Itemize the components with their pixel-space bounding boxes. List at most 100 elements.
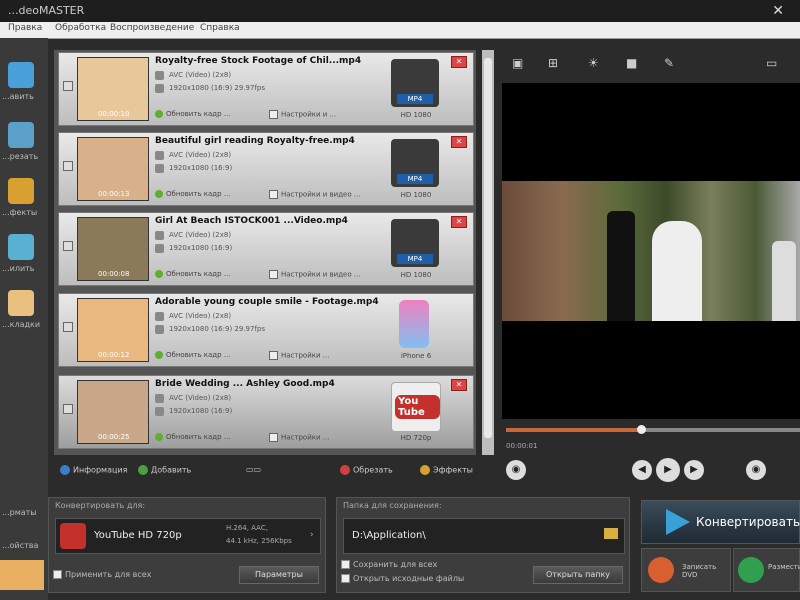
- remove-item-icon[interactable]: ✕: [451, 56, 467, 68]
- menu-help[interactable]: Справка: [200, 23, 240, 33]
- brightness-icon[interactable]: ☀: [588, 56, 606, 70]
- sidebar-active-tab[interactable]: [0, 560, 44, 590]
- scrollbar-thumb[interactable]: [484, 58, 492, 438]
- youtube-icon[interactable]: You Tube: [391, 382, 441, 432]
- update-frame-option[interactable]: Обновить кадр ...: [155, 351, 231, 359]
- convert-button[interactable]: Конвертировать: [641, 500, 800, 544]
- snapshot-icon[interactable]: ▣: [512, 56, 530, 70]
- item-checkbox[interactable]: [63, 81, 73, 91]
- groom-figure: [607, 211, 635, 321]
- resolution-icon: [155, 407, 164, 416]
- video-preview[interactable]: [502, 83, 800, 419]
- format-caption: HD 1080: [400, 111, 432, 119]
- convert-play-icon: [666, 509, 690, 535]
- duration-label: 00:00:12: [98, 351, 130, 359]
- panel-title: Папка для сохранения:: [343, 501, 442, 510]
- file-name: Beautiful girl reading Royalty-free.mp4: [155, 136, 355, 146]
- save-path-field[interactable]: D:\Application\: [343, 518, 625, 554]
- info-button[interactable]: Информация: [60, 465, 127, 475]
- file-name: Adorable young couple smile - Footage.mp…: [155, 297, 379, 307]
- remove-item-icon[interactable]: ✕: [451, 216, 467, 228]
- view-toggle-icon[interactable]: ▭▭: [246, 465, 261, 474]
- resolution-icon: [155, 84, 164, 93]
- remove-item-icon[interactable]: ✕: [451, 136, 467, 148]
- iphone-icon[interactable]: [399, 300, 429, 348]
- menu-edit[interactable]: Правка: [8, 23, 42, 33]
- sidebar-item-effects[interactable]: ...фекты: [0, 172, 48, 222]
- play-icon[interactable]: ▶: [656, 458, 680, 482]
- crop-button[interactable]: Обрезать: [340, 465, 393, 475]
- settings-option[interactable]: Настройки и видео ...: [269, 190, 361, 199]
- format-icon[interactable]: MP4: [391, 219, 439, 267]
- sidebar-item-add[interactable]: ...авить: [0, 56, 48, 106]
- resolution-icon: [155, 325, 164, 334]
- sidebar-item-bookmarks[interactable]: ...кладки: [0, 284, 48, 334]
- burn-dvd-button[interactable]: Записать DVD: [641, 548, 731, 592]
- close-icon[interactable]: ✕: [772, 3, 784, 19]
- apply-all-checkbox[interactable]: Применить для всех: [53, 570, 151, 579]
- duration-label: 00:00:08: [98, 270, 130, 278]
- status-dot-icon: [155, 351, 163, 359]
- sidebar-item-enhance[interactable]: ...илить: [0, 228, 48, 278]
- sidebar-formats[interactable]: ...рматы: [2, 508, 37, 517]
- open-folder-button[interactable]: Открыть папку: [533, 566, 623, 584]
- video-info-icon: [155, 151, 164, 160]
- item-checkbox[interactable]: [63, 161, 73, 171]
- fullscreen-icon[interactable]: ▭: [766, 56, 784, 70]
- remove-item-icon[interactable]: ✕: [451, 379, 467, 391]
- save-path: D:\Application\: [352, 530, 426, 541]
- prev-frame-icon[interactable]: ◀: [632, 460, 652, 480]
- sidebar-properties[interactable]: ...ойства: [2, 541, 38, 550]
- effects-button[interactable]: Эффекты: [420, 465, 473, 475]
- list-item[interactable]: 00:00:13 Beautiful girl reading Royalty-…: [58, 132, 474, 206]
- settings-option[interactable]: Настройки и видео ...: [269, 270, 361, 279]
- guest-figure: [772, 241, 796, 321]
- update-frame-option[interactable]: Обновить кадр ...: [155, 270, 231, 278]
- update-frame-option[interactable]: Обновить кадр ...: [155, 190, 231, 198]
- share-button[interactable]: Разместить: [733, 548, 800, 592]
- enhance-icon: [8, 234, 34, 260]
- add-button[interactable]: Добавить: [138, 465, 191, 475]
- magic-wand-icon[interactable]: ✎: [664, 56, 682, 70]
- format-icon[interactable]: MP4: [391, 139, 439, 187]
- cut-icon: [8, 122, 34, 148]
- folder-icon[interactable]: [604, 528, 618, 539]
- video-thumbnail: 00:00:12: [77, 298, 149, 362]
- next-frame-icon[interactable]: ▶: [684, 460, 704, 480]
- seek-handle[interactable]: [637, 425, 647, 434]
- list-item[interactable]: 00:00:25 Bride Wedding ... Ashley Good.m…: [58, 375, 474, 449]
- update-frame-option[interactable]: Обновить кадр ...: [155, 110, 231, 118]
- save-all-checkbox[interactable]: Сохранить для всех: [341, 560, 437, 569]
- menu-playback[interactable]: Воспроизведение: [110, 23, 194, 33]
- video-info-icon: [155, 394, 164, 403]
- sidebar-item-cut[interactable]: ...резать: [0, 116, 48, 166]
- settings-option[interactable]: Настройки и ...: [269, 110, 336, 119]
- settings-option[interactable]: Настройки ...: [269, 433, 329, 442]
- video-resolution-info: 1920x1080 (16:9): [169, 244, 233, 252]
- format-icon[interactable]: MP4: [391, 59, 439, 107]
- format-selector[interactable]: YouTube HD 720p H.264, AAC, 44.1 kHz, 25…: [55, 518, 321, 554]
- dvd-icon: [648, 557, 674, 583]
- list-item[interactable]: 00:00:08 Girl At Beach ISTOCK001 ...Vide…: [58, 212, 474, 286]
- update-frame-option[interactable]: Обновить кадр ...: [155, 433, 231, 441]
- list-item[interactable]: 00:00:10 Royalty-free Stock Footage of C…: [58, 52, 474, 126]
- menu-processing[interactable]: Обработка: [55, 23, 106, 33]
- save-folder-panel: Папка для сохранения: D:\Application\ Со…: [336, 497, 630, 593]
- item-checkbox[interactable]: [63, 322, 73, 332]
- item-checkbox[interactable]: [63, 241, 73, 251]
- params-button[interactable]: Параметры: [239, 566, 319, 584]
- settings-option[interactable]: Настройки ...: [269, 351, 329, 360]
- list-item[interactable]: 00:00:12 Adorable young couple smile - F…: [58, 293, 474, 367]
- checkbox-icon: [269, 433, 278, 442]
- camera-icon[interactable]: ■: [626, 56, 644, 70]
- format-caption: HD 1080: [400, 191, 432, 199]
- status-dot-icon: [155, 270, 163, 278]
- burn-label: Записать DVD: [682, 563, 717, 579]
- grid-icon[interactable]: ⊞: [548, 56, 566, 70]
- list-scrollbar[interactable]: [482, 50, 494, 455]
- item-checkbox[interactable]: [63, 404, 73, 414]
- open-source-checkbox[interactable]: Открыть исходные файлы: [341, 574, 464, 583]
- volume-icon[interactable]: ◉: [506, 460, 526, 480]
- mute-icon[interactable]: ◉: [746, 460, 766, 480]
- seek-bar[interactable]: [506, 425, 800, 434]
